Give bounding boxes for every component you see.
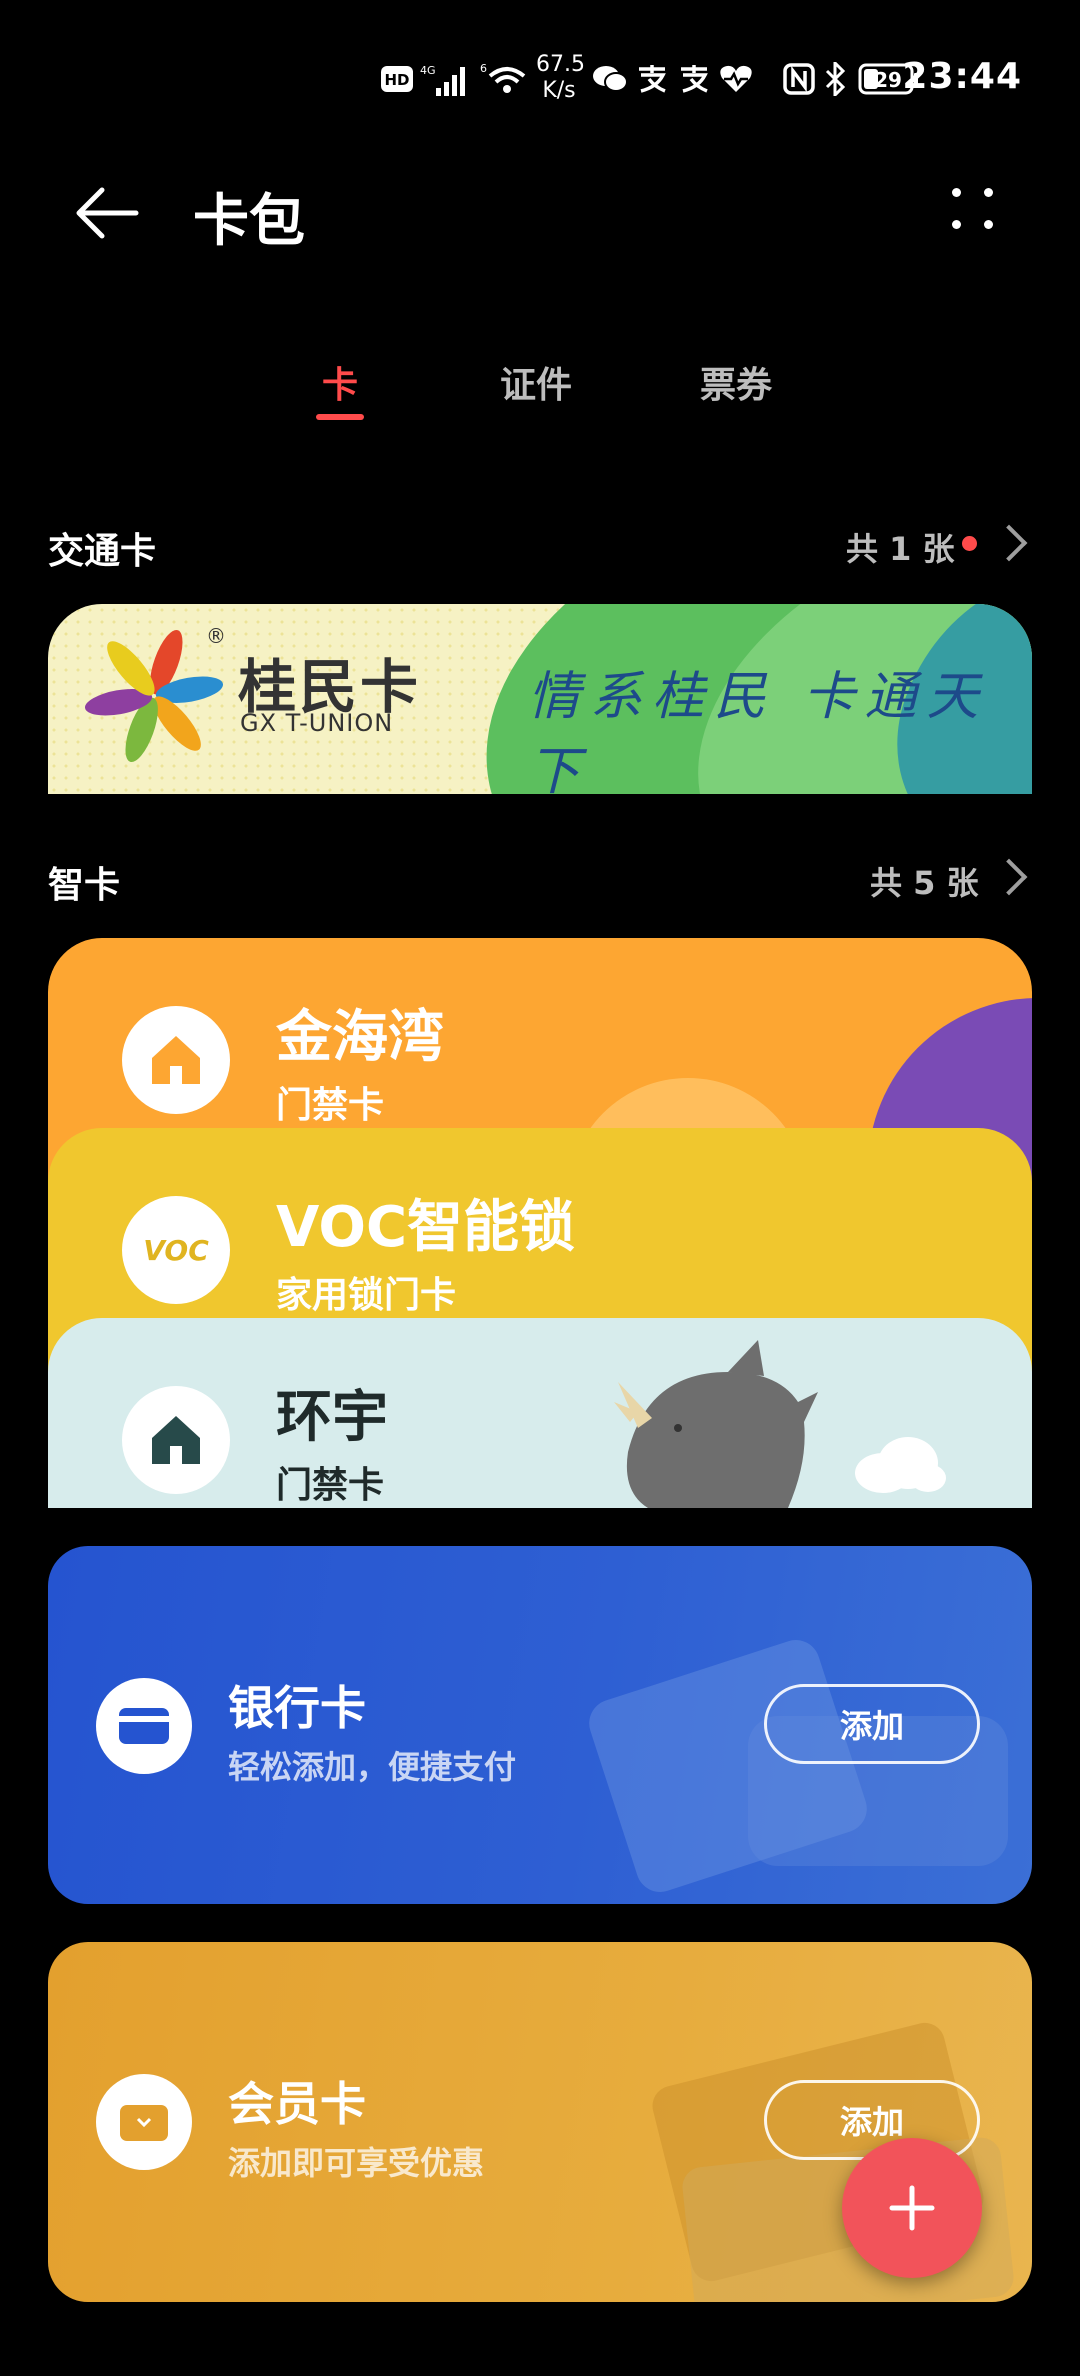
bank-card-tile[interactable]: 银行卡 轻松添加，便捷支付 添加: [48, 1546, 1032, 1904]
smart-card-type: 门禁卡: [276, 1085, 385, 1126]
credit-card-icon: [96, 1678, 192, 1774]
tab-indicator: [316, 414, 364, 420]
health-icon: [718, 62, 754, 96]
smart-card-type: 家用锁门卡: [276, 1275, 457, 1316]
tab-tickets[interactable]: 票券: [700, 356, 772, 408]
wechat-icon: [592, 62, 628, 96]
smart-card-name: VOC智能锁: [276, 1195, 576, 1260]
chevron-right-icon[interactable]: [990, 524, 1028, 562]
status-bar: HD 4G 6 67.5 K/s 29 23:44: [0, 0, 1080, 150]
home-icon: [122, 1386, 230, 1494]
smart-card-name: 环宇: [276, 1385, 388, 1450]
tab-certificates[interactable]: 证件: [500, 356, 572, 408]
guimin-slogan: 情系桂民 卡通天下: [528, 667, 989, 794]
alipay-icon: [634, 62, 670, 96]
wallet-icon: [96, 2074, 192, 2170]
smart-card-type: 门禁卡: [276, 1465, 385, 1506]
smart-card-name: 金海湾: [276, 1005, 444, 1070]
rhino-illustration: [614, 1340, 818, 1508]
bank-card-title: 银行卡: [228, 1681, 366, 1735]
bluetooth-icon: [820, 62, 850, 96]
hd-icon: HD: [380, 62, 414, 96]
smart-card-huanyu[interactable]: 环宇 门禁卡: [48, 1318, 1032, 1508]
home-icon: [122, 1006, 230, 1114]
bank-card-desc: 轻松添加，便捷支付: [228, 1748, 517, 1786]
chevron-right-icon[interactable]: [990, 858, 1028, 896]
smart-section-title: 智卡: [48, 865, 121, 906]
transit-count[interactable]: 共 1 张: [846, 524, 955, 570]
signal-4g-icon: 4G: [420, 62, 472, 96]
svg-text:6: 6: [480, 62, 487, 75]
wifi-icon: 6: [480, 62, 530, 96]
svg-text:4G: 4G: [420, 64, 436, 77]
tab-cards[interactable]: 卡: [322, 356, 358, 408]
cloud-icon: [855, 1437, 946, 1493]
back-arrow-icon: [76, 187, 139, 239]
clock: 23:44: [902, 56, 1022, 97]
guimin-logo-icon: [84, 629, 224, 763]
voc-logo: VOC: [122, 1196, 230, 1304]
nfc-icon: [782, 62, 816, 96]
back-button[interactable]: [72, 178, 142, 248]
plus-icon: [889, 2185, 935, 2231]
svg-text:29: 29: [874, 68, 902, 92]
transit-card-guimin[interactable]: ® 桂民卡 GX T-UNION 情系桂民 卡通天下: [48, 604, 1032, 794]
transit-section-title: 交通卡: [48, 531, 157, 572]
network-speed: 67.5 K/s: [536, 52, 585, 103]
more-options-button[interactable]: [944, 180, 1004, 240]
member-card-title: 会员卡: [228, 2077, 366, 2131]
guimin-brand-en: GX T-UNION: [240, 709, 394, 737]
page-title: 卡包: [193, 189, 305, 254]
svg-text:HD: HD: [384, 71, 409, 89]
smart-count[interactable]: 共 5 张: [870, 858, 979, 904]
alipay-icon: [676, 62, 712, 96]
new-badge-dot: [962, 536, 977, 551]
member-card-desc: 添加即可享受优惠: [228, 2144, 485, 2182]
add-bank-card-button[interactable]: 添加: [764, 1684, 980, 1764]
add-fab-button[interactable]: [842, 2138, 982, 2278]
